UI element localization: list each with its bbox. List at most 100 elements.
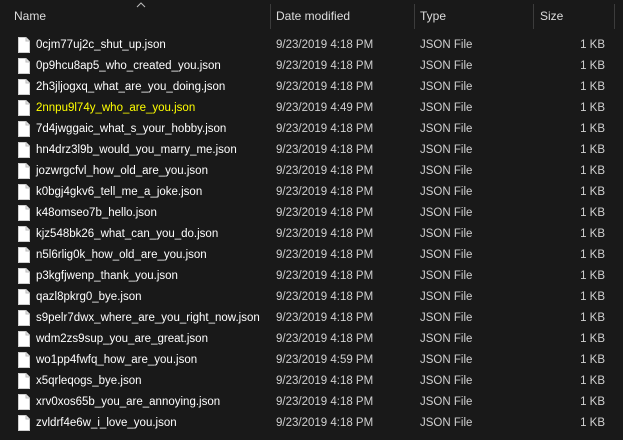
file-row[interactable]: zvldrf4e6w_i_love_you.json 9/23/2019 4:18… (0, 413, 623, 434)
column-header-name-label: Name (14, 9, 47, 23)
file-name: xrv0xos65b_you_are_annoying.json (36, 396, 221, 408)
file-date-modified: 9/23/2019 4:18 PM (276, 39, 374, 51)
file-type: JSON File (420, 123, 473, 135)
document-icon (18, 100, 30, 116)
file-size: 1 KB (580, 60, 605, 72)
file-row[interactable]: 2h3jljogxq_what_are_you_doing.json 9/23/2… (0, 77, 623, 98)
document-icon (18, 268, 30, 284)
document-icon (18, 58, 30, 74)
file-name: n5l6rlig0k_how_old_are_you.json (36, 249, 207, 261)
file-row[interactable]: n5l6rlig0k_how_old_are_you.json 9/23/2019… (0, 245, 623, 266)
file-date-modified: 9/23/2019 4:18 PM (276, 207, 374, 219)
file-size: 1 KB (580, 375, 605, 387)
column-header-type[interactable]: Type (415, 0, 534, 33)
file-date-modified: 9/23/2019 4:18 PM (276, 375, 374, 387)
file-date-modified: 9/23/2019 4:59 PM (276, 354, 374, 366)
file-name: jozwrgcfvl_how_old_are_you.json (36, 165, 208, 177)
file-date-modified: 9/23/2019 4:18 PM (276, 396, 374, 408)
file-name: qazl8pkrg0_bye.json (36, 291, 142, 303)
file-size: 1 KB (580, 165, 605, 177)
file-size: 1 KB (580, 417, 605, 429)
file-size: 1 KB (580, 81, 605, 93)
file-row[interactable]: 0p9hcu8ap5_who_created_you.json 9/23/2019… (0, 56, 623, 77)
file-size: 1 KB (580, 102, 605, 114)
file-date-modified: 9/23/2019 4:18 PM (276, 228, 374, 240)
file-name: p3kgfjwenp_thank_you.json (36, 270, 178, 282)
file-type: JSON File (420, 81, 473, 93)
file-name: 7d4jwggaic_what_s_your_hobby.json (36, 123, 227, 135)
document-icon (18, 79, 30, 95)
file-date-modified: 9/23/2019 4:18 PM (276, 270, 374, 282)
file-name: zvldrf4e6w_i_love_you.json (36, 417, 177, 429)
file-size: 1 KB (580, 312, 605, 324)
file-date-modified: 9/23/2019 4:18 PM (276, 123, 374, 135)
file-date-modified: 9/23/2019 4:18 PM (276, 417, 374, 429)
file-row[interactable]: kjz548bk26_what_can_you_do.json 9/23/2019… (0, 224, 623, 245)
file-type: JSON File (420, 249, 473, 261)
document-icon (18, 289, 30, 305)
file-size: 1 KB (580, 39, 605, 51)
file-row[interactable]: wdm2zs9sup_you_are_great.json 9/23/2019 4… (0, 329, 623, 350)
document-icon (18, 394, 30, 410)
file-date-modified: 9/23/2019 4:18 PM (276, 81, 374, 93)
file-name: 2nnpu9l74y_who_are_you.json (36, 102, 196, 114)
file-row[interactable]: x5qrleqogs_bye.json 9/23/2019 4:18 PM JSON… (0, 371, 623, 392)
file-name: s9pelr7dwx_where_are_you_right_now.json (36, 312, 260, 324)
file-size: 1 KB (580, 186, 605, 198)
file-type: JSON File (420, 186, 473, 198)
document-icon (18, 184, 30, 200)
file-type: JSON File (420, 291, 473, 303)
document-icon (18, 163, 30, 179)
file-row[interactable]: k48omseo7b_hello.json 9/23/2019 4:18 PM JS… (0, 203, 623, 224)
file-date-modified: 9/23/2019 4:18 PM (276, 186, 374, 198)
file-type: JSON File (420, 396, 473, 408)
document-icon (18, 226, 30, 242)
document-icon (18, 37, 30, 53)
file-row[interactable]: 2nnpu9l74y_who_are_you.json 9/23/2019 4:4… (0, 98, 623, 119)
file-type: JSON File (420, 375, 473, 387)
file-row[interactable]: jozwrgcfvl_how_old_are_you.json 9/23/2019… (0, 161, 623, 182)
document-icon (18, 310, 30, 326)
document-icon (18, 142, 30, 158)
column-header-name[interactable]: Name (0, 0, 271, 33)
file-row[interactable]: qazl8pkrg0_bye.json 9/23/2019 4:18 PM JSON… (0, 287, 623, 308)
column-divider[interactable] (614, 4, 615, 29)
file-row[interactable]: wo1pp4fwfq_how_are_you.json 9/23/2019 4:5… (0, 350, 623, 371)
file-row[interactable]: 7d4jwggaic_what_s_your_hobby.json 9/23/20… (0, 119, 623, 140)
file-size: 1 KB (580, 249, 605, 261)
file-name: kjz548bk26_what_can_you_do.json (36, 228, 219, 240)
document-icon (18, 373, 30, 389)
document-icon (18, 121, 30, 137)
document-icon (18, 352, 30, 368)
file-size: 1 KB (580, 228, 605, 240)
file-row[interactable]: s9pelr7dwx_where_are_you_right_now.json 9… (0, 308, 623, 329)
file-name: 2h3jljogxq_what_are_you_doing.json (36, 81, 226, 93)
file-type: JSON File (420, 333, 473, 345)
file-size: 1 KB (580, 123, 605, 135)
file-type: JSON File (420, 165, 473, 177)
file-type: JSON File (420, 144, 473, 156)
column-header-bar: Name Date modified Type Size (0, 0, 623, 33)
column-header-size[interactable]: Size (534, 0, 615, 33)
file-row[interactable]: 0cjm77uj2c_shut_up.json 9/23/2019 4:18 PM… (0, 35, 623, 56)
file-name: wdm2zs9sup_you_are_great.json (36, 333, 208, 345)
file-date-modified: 9/23/2019 4:18 PM (276, 333, 374, 345)
file-name: 0p9hcu8ap5_who_created_you.json (36, 60, 221, 72)
file-date-modified: 9/23/2019 4:18 PM (276, 312, 374, 324)
file-type: JSON File (420, 228, 473, 240)
file-row[interactable]: hn4drz3l9b_would_you_marry_me.json 9/23/2… (0, 140, 623, 161)
file-type: JSON File (420, 102, 473, 114)
file-size: 1 KB (580, 333, 605, 345)
file-date-modified: 9/23/2019 4:18 PM (276, 165, 374, 177)
file-date-modified: 9/23/2019 4:49 PM (276, 102, 374, 114)
file-type: JSON File (420, 39, 473, 51)
file-row[interactable]: xrv0xos65b_you_are_annoying.json 9/23/201… (0, 392, 623, 413)
file-name: 0cjm77uj2c_shut_up.json (36, 39, 166, 51)
document-icon (18, 331, 30, 347)
file-name: x5qrleqogs_bye.json (36, 375, 142, 387)
document-icon (18, 247, 30, 263)
column-header-date-modified[interactable]: Date modified (271, 0, 415, 33)
file-date-modified: 9/23/2019 4:18 PM (276, 144, 374, 156)
file-row[interactable]: p3kgfjwenp_thank_you.json 9/23/2019 4:18 … (0, 266, 623, 287)
file-row[interactable]: k0bgj4gkv6_tell_me_a_joke.json 9/23/2019 … (0, 182, 623, 203)
